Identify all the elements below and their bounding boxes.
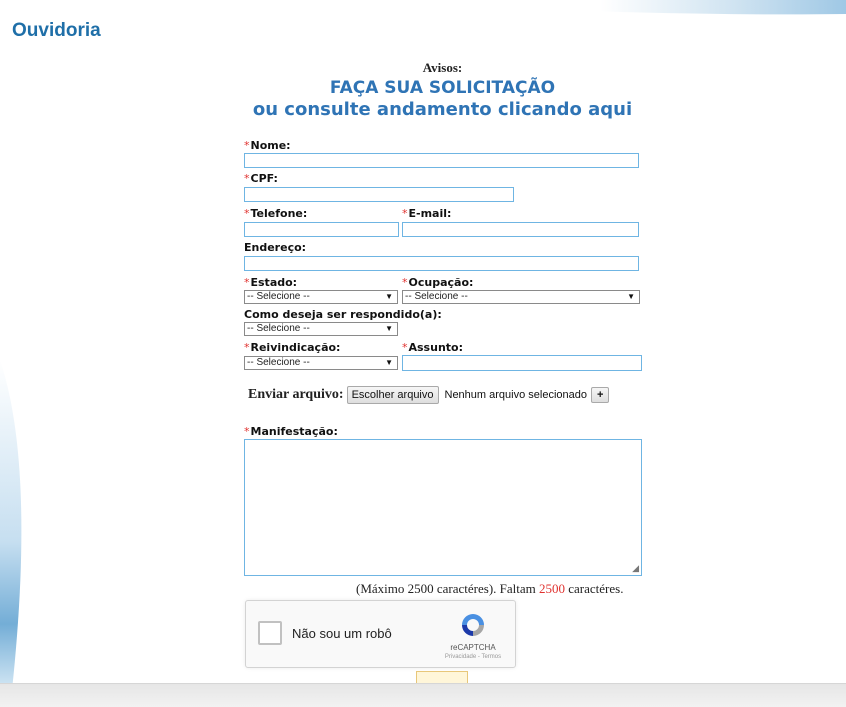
- file-upload-label: Enviar arquivo:: [248, 387, 344, 402]
- manifestacao-textarea[interactable]: ◢: [244, 439, 642, 576]
- email-label: *E-mail:: [402, 207, 452, 220]
- recaptcha-brand: reCAPTCHA: [450, 643, 496, 652]
- nome-label: *Nome:: [244, 139, 291, 152]
- resposta-select[interactable]: -- Selecione -- ▼: [244, 322, 398, 336]
- dropdown-arrow-icon: ▼: [627, 292, 635, 301]
- reivindicacao-label: *Reivindicação:: [244, 341, 341, 354]
- consult-status-link[interactable]: ou consulte andamento clicando aqui: [244, 99, 641, 120]
- resposta-label: Como deseja ser respondido(a):: [244, 308, 442, 321]
- assunto-input[interactable]: [402, 355, 642, 371]
- dropdown-arrow-icon: ▼: [385, 292, 393, 301]
- remaining-count: 2500: [539, 581, 566, 596]
- ocupacao-select[interactable]: -- Selecione -- ▼: [402, 290, 640, 304]
- cpf-input[interactable]: [244, 187, 514, 202]
- endereco-input[interactable]: [244, 256, 639, 271]
- notices-label: Avisos:: [422, 60, 463, 75]
- manifestacao-label: *Manifestação:: [244, 425, 338, 438]
- dropdown-arrow-icon: ▼: [385, 324, 393, 333]
- file-upload-row: Enviar arquivo: Escolher arquivo Nenhum …: [248, 386, 610, 404]
- estado-select[interactable]: -- Selecione -- ▼: [244, 290, 398, 304]
- submit-button[interactable]: [416, 671, 468, 683]
- assunto-label: *Assunto:: [402, 341, 463, 354]
- recaptcha-icon: [462, 614, 484, 636]
- dropdown-arrow-icon: ▼: [385, 358, 393, 367]
- telefone-input[interactable]: [244, 222, 399, 237]
- reivindicacao-select[interactable]: -- Selecione -- ▼: [244, 356, 398, 370]
- choose-file-button[interactable]: Escolher arquivo: [346, 386, 439, 404]
- resize-handle-icon[interactable]: ◢: [632, 564, 639, 574]
- cpf-label: *CPF:: [244, 172, 278, 185]
- email-input[interactable]: [402, 222, 639, 237]
- recaptcha-terms-link[interactable]: Privacidade - Termos: [441, 654, 505, 660]
- recaptcha-checkbox[interactable]: [258, 621, 282, 645]
- recaptcha-widget: Não sou um robô reCAPTCHA Privacidade - …: [245, 600, 516, 668]
- recaptcha-logo: reCAPTCHA Privacidade - Termos: [441, 611, 505, 660]
- complaint-form: Avisos: FAÇA SUA SOLICITAÇÃO ou consulte…: [0, 0, 846, 706]
- estado-label: *Estado:: [244, 276, 298, 289]
- nome-input[interactable]: [244, 153, 639, 168]
- required-mark: *: [244, 139, 250, 152]
- ocupacao-label: *Ocupação:: [402, 276, 474, 289]
- recaptcha-label: Não sou um robô: [292, 626, 392, 641]
- bottom-bar: [0, 683, 846, 707]
- character-counter: (Máximo 2500 caractéres). Faltam 2500 ca…: [356, 581, 624, 596]
- request-headline: FAÇA SUA SOLICITAÇÃO: [329, 78, 556, 98]
- add-file-button[interactable]: +: [590, 387, 610, 403]
- telefone-label: *Telefone:: [244, 207, 308, 220]
- endereco-label: Endereço:: [244, 241, 307, 254]
- file-status-text: Nenhum arquivo selecionado: [444, 389, 587, 401]
